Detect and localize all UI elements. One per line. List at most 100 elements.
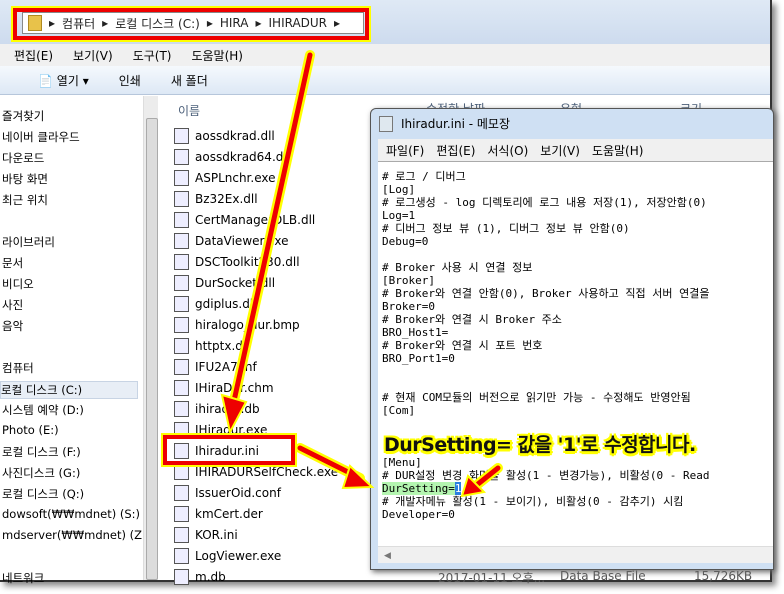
file-name: aossdkrad64.dll	[195, 150, 291, 164]
file-name: httptx.dll	[195, 339, 250, 353]
text-line: Debug=0	[382, 235, 429, 248]
file-icon	[174, 548, 189, 564]
file-row[interactable]: KOR.ini	[174, 525, 238, 545]
file-name: IHIRADURSelfCheck.exe	[195, 465, 339, 479]
nav-item[interactable]: dowsoft(₩₩mdnet) (S:)	[2, 507, 140, 521]
file-row[interactable]: kmCert.der	[174, 504, 263, 524]
file-row[interactable]: aossdkrad.dll	[174, 126, 275, 146]
nav-item[interactable]: 비디오	[2, 276, 34, 292]
file-row[interactable]: LogViewer.exe	[174, 546, 281, 566]
nav-item[interactable]: Photo (E:)	[2, 423, 59, 437]
text-line: # DUR설정 변경 화면을 활성(1 - 변경가능), 비활성(0 - Rea…	[382, 469, 710, 482]
nav-item[interactable]: 네이버 클라우드	[2, 129, 80, 145]
file-icon	[174, 317, 189, 333]
text-line: [Menu]	[382, 456, 422, 469]
file-row[interactable]: ASPLnchr.exe	[174, 168, 276, 188]
file-icon	[174, 275, 189, 291]
nav-item[interactable]: 즐겨찾기	[2, 108, 44, 124]
dursetting-line: DurSetting=1	[382, 482, 773, 495]
text-line: Broker=0	[382, 300, 435, 313]
nav-item[interactable]: 다운로드	[2, 150, 44, 166]
menu-edit[interactable]: 편집(E)	[14, 47, 53, 64]
dursetting-key: DurSetting=	[382, 482, 455, 495]
nav-item[interactable]: 라이브러리	[2, 234, 55, 250]
scrollbar-thumb[interactable]	[146, 118, 158, 580]
nav-item[interactable]: 사진	[2, 297, 23, 313]
column-name[interactable]: 이름	[178, 102, 200, 119]
dursetting-value[interactable]: 1	[454, 482, 462, 495]
file-row[interactable]: DSCToolkit230.dll	[174, 252, 300, 272]
file-icon	[174, 401, 189, 417]
nav-item[interactable]: 네트워크	[2, 570, 44, 586]
file-icon	[174, 359, 189, 375]
file-row[interactable]: IssuerOid.conf	[174, 483, 281, 503]
file-highlight-box	[161, 433, 297, 467]
scroll-left-icon[interactable]: ◀	[384, 551, 391, 561]
file-icon	[174, 338, 189, 354]
text-line: [Broker]	[382, 274, 435, 287]
file-name: ASPLnchr.exe	[195, 171, 276, 185]
file-name: kmCert.der	[195, 507, 263, 521]
file-icon	[174, 380, 189, 396]
notepad-window: Ihiradur.ini - 메모장 파일(F) 편집(E) 서식(O) 보기(V) 도…	[370, 108, 774, 570]
nav-item[interactable]: 최근 위치	[2, 192, 48, 208]
notepad-icon	[379, 115, 393, 132]
notepad-text-area[interactable]: # 로그 / 디버그 [Log] # 로그생성 - log 디렉토리에 로그 내용 …	[378, 161, 773, 546]
file-row[interactable]: CertManagerDLB.dll	[174, 210, 315, 230]
notepad-hscrollbar[interactable]: ◀	[378, 546, 773, 563]
nav-item[interactable]: 문서	[2, 255, 23, 271]
menu-view[interactable]: 보기(V)	[73, 47, 113, 64]
file-row[interactable]: m.db	[174, 567, 226, 587]
file-icon	[174, 527, 189, 543]
file-row[interactable]: gdiplus.dll	[174, 294, 256, 314]
text-line: [Com]	[382, 404, 416, 417]
nav-item[interactable]: 시스템 예약 (D:)	[2, 402, 84, 418]
nav-item[interactable]: 로컬 디스크 (Q:)	[2, 486, 84, 502]
text-line: BRO_Host1=	[382, 326, 449, 339]
print-button[interactable]: 인쇄	[119, 72, 141, 89]
file-row[interactable]: Bz32Ex.dll	[174, 189, 258, 209]
file-row[interactable]: IFU2A7.inf	[174, 357, 257, 377]
nav-item[interactable]: mdserver(₩₩mdnet) (Z:)	[2, 528, 150, 542]
toolbar: 📄 열기 ▾ 인쇄 새 폴더	[0, 66, 770, 95]
text-line	[382, 248, 773, 261]
file-name: m.db	[195, 570, 226, 584]
text-line: # 로그 / 디버그	[382, 170, 466, 183]
notepad-title: Ihiradur.ini - 메모장	[401, 117, 510, 131]
notepad-menu-item[interactable]: 편집(E)	[436, 142, 475, 159]
file-name: aossdkrad.dll	[195, 129, 275, 143]
file-icon	[174, 296, 189, 312]
annotation-text: DurSetting= 값을 '1'로 수정합니다.	[384, 434, 696, 456]
notepad-file-icon: 📄	[38, 73, 53, 88]
nav-item[interactable]: 로컬 디스크 (C:)	[0, 381, 138, 399]
notepad-menu-item[interactable]: 보기(V)	[540, 142, 580, 159]
file-row[interactable]: aossdkrad64.dll	[174, 147, 290, 167]
file-row[interactable]: IHiraDur.chm	[174, 378, 274, 398]
nav-item[interactable]: 로컬 디스크 (F:)	[2, 444, 81, 460]
text-line: [Log]	[382, 183, 416, 196]
nav-item[interactable]: 사진디스크 (G:)	[2, 465, 80, 481]
text-line: # Broker 사용 시 연결 정보	[382, 261, 533, 274]
text-line: # 현재 COM모듈의 버전으로 읽기만 가능 - 수정해도 반영안됨	[382, 391, 691, 404]
menu-tools[interactable]: 도구(T)	[133, 47, 172, 64]
notepad-menu: 파일(F) 편집(E) 서식(O) 보기(V) 도움말(H)	[378, 139, 773, 161]
menu-help[interactable]: 도움말(H)	[191, 47, 243, 64]
notepad-menu-item[interactable]: 파일(F)	[386, 142, 424, 159]
text-line: # 로그생성 - log 디렉토리에 로그 내용 저장(1), 저장안함(0)	[382, 196, 707, 209]
file-row[interactable]: IHIRADURSelfCheck.exe	[174, 462, 338, 482]
notepad-menu-item[interactable]: 서식(O)	[487, 142, 528, 159]
file-row[interactable]: DurSocket.dll	[174, 273, 275, 293]
file-row[interactable]: DataViewer.exe	[174, 231, 288, 251]
file-row[interactable]: httptx.dll	[174, 336, 250, 356]
new-folder-button[interactable]: 새 폴더	[171, 72, 208, 89]
open-button[interactable]: 📄 열기 ▾	[38, 72, 89, 89]
file-row[interactable]: hiralogo_dur.bmp	[174, 315, 300, 335]
notepad-menu-item[interactable]: 도움말(H)	[592, 142, 644, 159]
file-name: IFU2A7.inf	[195, 360, 257, 374]
file-icon	[174, 233, 189, 249]
nav-item[interactable]: 컴퓨터	[2, 360, 34, 376]
nav-scrollbar[interactable]	[143, 96, 158, 580]
nav-item[interactable]: 음악	[2, 318, 23, 334]
file-row[interactable]: ihiradur.db	[174, 399, 260, 419]
nav-item[interactable]: 바탕 화면	[2, 171, 48, 187]
